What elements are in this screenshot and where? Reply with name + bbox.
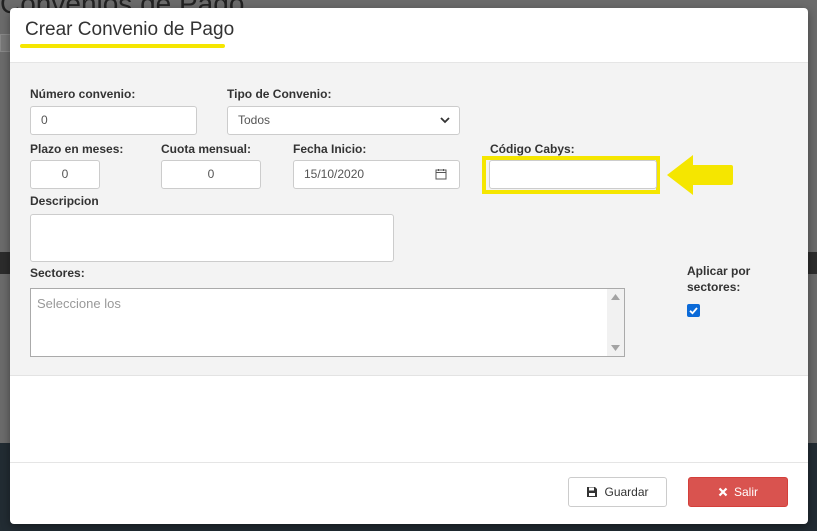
tipo-convenio-label: Tipo de Convenio: — [227, 87, 332, 101]
scroll-down-icon[interactable] — [611, 345, 620, 351]
numero-convenio-input[interactable]: 0 — [30, 106, 197, 135]
save-button-label: Guardar — [604, 485, 649, 499]
plazo-meses-label: Plazo en meses: — [30, 142, 124, 156]
calendar-icon[interactable] — [435, 168, 447, 180]
aplicar-sectores-checkbox[interactable] — [687, 304, 700, 317]
descripcion-label: Descripcion — [30, 194, 99, 208]
aplicar-sectores-label-line2: sectores: — [687, 280, 741, 294]
codigo-cabys-label: Código Cabys: — [490, 142, 575, 156]
fecha-inicio-value: 15/10/2020 — [304, 167, 365, 181]
descripcion-textarea[interactable] — [30, 214, 394, 262]
create-agreement-modal: Crear Convenio de Pago Número convenio: … — [10, 8, 808, 524]
codigo-cabys-input[interactable] — [489, 160, 657, 189]
aplicar-sectores-label: Aplicar por sectores: — [687, 263, 750, 295]
sectores-label: Sectores: — [30, 266, 85, 280]
chevron-down-icon — [440, 117, 450, 124]
modal-header: Crear Convenio de Pago — [10, 8, 808, 63]
scroll-up-icon[interactable] — [611, 294, 620, 300]
highlight-arrow-icon — [667, 155, 733, 195]
sectores-multiselect[interactable]: Seleccione los — [30, 288, 625, 357]
modal-title: Crear Convenio de Pago — [25, 19, 235, 40]
checkmark-icon — [689, 307, 698, 315]
modal-footer: Guardar Salir — [10, 462, 808, 524]
save-button[interactable]: Guardar — [568, 477, 667, 507]
sectores-placeholder: Seleccione los — [37, 296, 121, 311]
tipo-convenio-select[interactable]: Todos — [227, 106, 460, 135]
plazo-meses-input[interactable]: 0 — [30, 160, 100, 189]
exit-button-label: Salir — [733, 485, 758, 499]
times-icon — [718, 487, 728, 497]
fecha-inicio-input[interactable]: 15/10/2020 — [293, 160, 460, 189]
tipo-convenio-selected: Todos — [238, 113, 271, 127]
cuota-mensual-label: Cuota mensual: — [161, 142, 252, 156]
exit-button[interactable]: Salir — [688, 477, 788, 507]
cuota-mensual-input[interactable]: 0 — [161, 160, 261, 189]
aplicar-sectores-label-line1: Aplicar por — [687, 264, 751, 278]
modal-body: Número convenio: 0 Tipo de Convenio: Tod… — [10, 63, 808, 376]
sectores-scrollbar[interactable] — [607, 289, 624, 356]
fecha-inicio-label: Fecha Inicio: — [293, 142, 367, 156]
floppy-icon — [587, 487, 598, 497]
numero-convenio-label: Número convenio: — [30, 87, 136, 101]
title-highlight-underline — [20, 44, 225, 48]
